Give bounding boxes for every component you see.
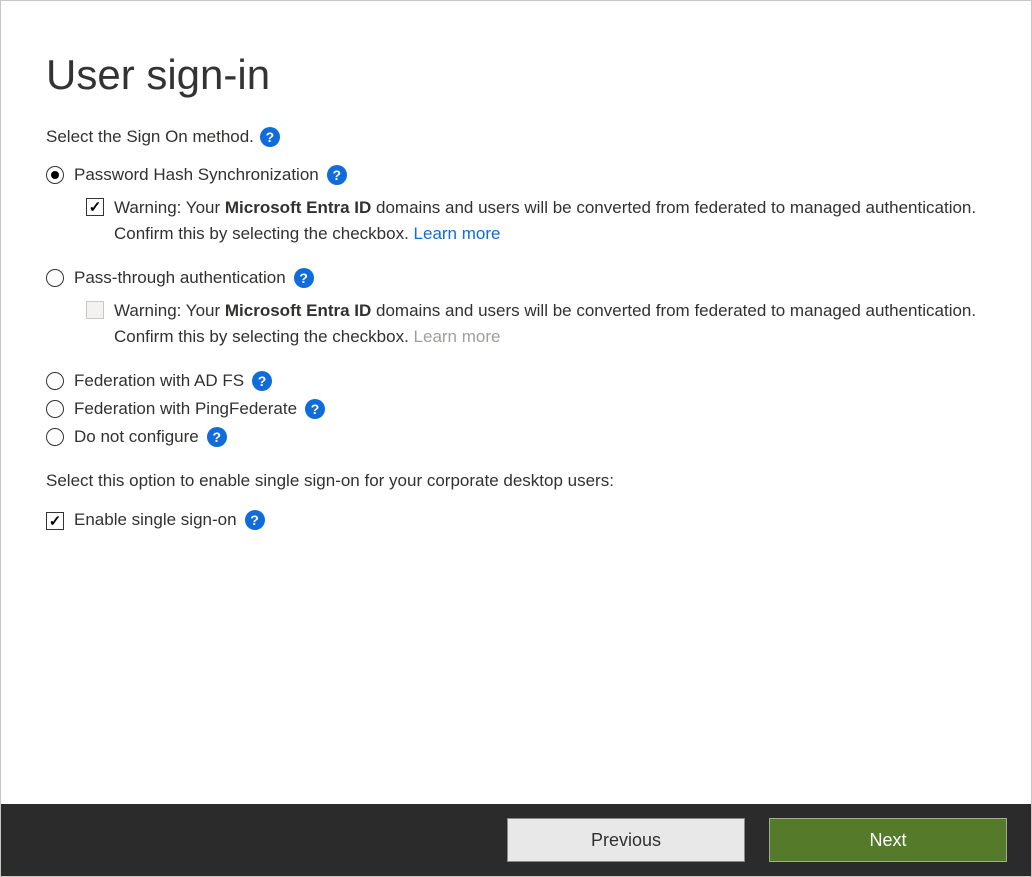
previous-button[interactable]: Previous [507, 818, 745, 862]
sso-label: Enable single sign-on [74, 510, 237, 530]
radio-none[interactable] [46, 428, 64, 446]
radio-phs[interactable] [46, 166, 64, 184]
radio-phs-label: Password Hash Synchronization [74, 165, 319, 185]
radio-pta[interactable] [46, 269, 64, 287]
pta-learn-more-link: Learn more [414, 327, 501, 346]
radio-adfs[interactable] [46, 372, 64, 390]
checkbox-pta-confirm [86, 301, 104, 319]
sign-on-label-row: Select the Sign On method. ? [46, 127, 986, 147]
help-icon[interactable]: ? [305, 399, 325, 419]
radio-ping[interactable] [46, 400, 64, 418]
help-icon[interactable]: ? [327, 165, 347, 185]
help-icon[interactable]: ? [207, 427, 227, 447]
option-phs-row: Password Hash Synchronization ? [46, 165, 986, 185]
option-pta-row: Pass-through authentication ? [46, 268, 986, 288]
sso-label-wrap: Enable single sign-on ? [74, 510, 265, 530]
sign-on-label: Select the Sign On method. [46, 127, 254, 147]
phs-learn-more-link[interactable]: Learn more [414, 224, 501, 243]
radio-none-label-wrap: Do not configure ? [74, 427, 227, 447]
radio-pta-label: Pass-through authentication [74, 268, 286, 288]
page-title: User sign-in [46, 51, 986, 99]
sign-on-options: Password Hash Synchronization ? Warning:… [46, 165, 986, 447]
pta-warning-text: Warning: Your Microsoft Entra ID domains… [114, 298, 986, 349]
help-icon[interactable]: ? [260, 127, 280, 147]
checkbox-enable-sso[interactable] [46, 512, 64, 530]
radio-adfs-label: Federation with AD FS [74, 371, 244, 391]
phs-warning-prefix: Warning: Your [114, 198, 225, 217]
pta-warning-bold: Microsoft Entra ID [225, 301, 371, 320]
help-icon[interactable]: ? [294, 268, 314, 288]
option-none-row: Do not configure ? [46, 427, 986, 447]
help-icon[interactable]: ? [245, 510, 265, 530]
sso-section: Select this option to enable single sign… [46, 471, 986, 530]
dialog-footer: Previous Next [1, 804, 1031, 876]
radio-ping-label-wrap: Federation with PingFederate ? [74, 399, 325, 419]
sso-row: Enable single sign-on ? [46, 509, 986, 530]
pta-warning-block: Warning: Your Microsoft Entra ID domains… [86, 298, 986, 349]
option-adfs-row: Federation with AD FS ? [46, 371, 986, 391]
help-icon[interactable]: ? [252, 371, 272, 391]
phs-warning-bold: Microsoft Entra ID [225, 198, 371, 217]
option-ping-row: Federation with PingFederate ? [46, 399, 986, 419]
phs-warning-block: Warning: Your Microsoft Entra ID domains… [86, 195, 986, 246]
next-button[interactable]: Next [769, 818, 1007, 862]
radio-none-label: Do not configure [74, 427, 199, 447]
sso-intro: Select this option to enable single sign… [46, 471, 986, 491]
pta-warning-prefix: Warning: Your [114, 301, 225, 320]
radio-phs-label-wrap: Password Hash Synchronization ? [74, 165, 347, 185]
dialog-content: User sign-in Select the Sign On method. … [1, 1, 1031, 804]
phs-warning-text: Warning: Your Microsoft Entra ID domains… [114, 195, 986, 246]
checkbox-phs-confirm[interactable] [86, 198, 104, 216]
radio-adfs-label-wrap: Federation with AD FS ? [74, 371, 272, 391]
radio-ping-label: Federation with PingFederate [74, 399, 297, 419]
radio-pta-label-wrap: Pass-through authentication ? [74, 268, 314, 288]
